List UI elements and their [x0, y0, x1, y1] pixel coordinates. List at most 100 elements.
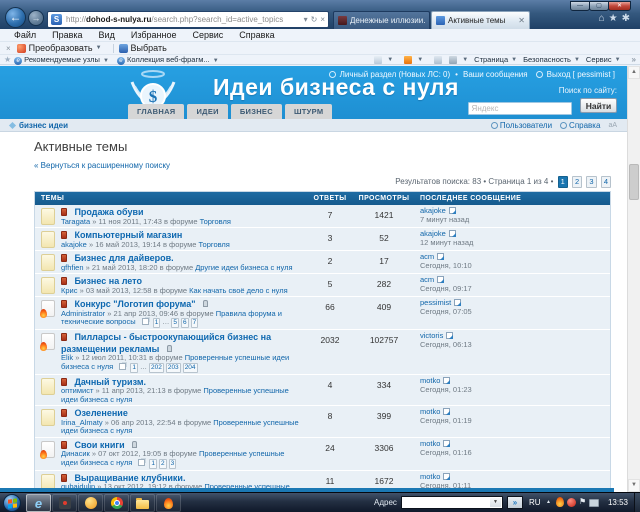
topic-title-link[interactable]: Конкурс "Логотип форума" [74, 299, 195, 309]
last-post-author-link[interactable]: motko [420, 439, 440, 448]
search-input[interactable] [468, 102, 572, 115]
last-post-author-link[interactable]: pessimist [420, 298, 451, 307]
topic-page-link[interactable]: 202 [149, 363, 164, 373]
taskbar-explorer-button[interactable] [130, 494, 155, 512]
goto-last-post-icon[interactable] [443, 440, 450, 447]
browser-tab-inactive[interactable]: Денежные иллюзии... | Бегст... [333, 11, 430, 29]
overflow-chevron-icon[interactable]: » [632, 55, 636, 64]
browser-action-icons[interactable]: ⌂★✱ [599, 13, 634, 24]
taskbar-opera-button[interactable] [156, 494, 181, 512]
last-post-author-link[interactable]: motko [420, 407, 440, 416]
back-to-search-link[interactable]: « Вернуться к расширенному поиску [34, 161, 170, 170]
topic-forum-link[interactable]: Как начать своё дело с нуля [189, 286, 287, 295]
topic-page-link[interactable]: 203 [166, 363, 181, 373]
refresh-icon[interactable]: ↻ [311, 15, 318, 24]
maximize-button[interactable]: ▢ [589, 1, 609, 11]
tray-expand-icon[interactable]: ▲ [546, 499, 551, 505]
menu-item-tools[interactable]: Сервис [184, 30, 231, 40]
topic-page-link[interactable]: 2 [159, 459, 167, 469]
favorites-item-webslices[interactable]: eКоллекция веб-фрагм... ▼ [117, 55, 219, 65]
search-button[interactable]: Найти [580, 98, 617, 113]
topic-title-link[interactable]: Бизнес на лето [74, 276, 142, 286]
action-center-flag-icon[interactable]: ⚑ [579, 497, 586, 507]
topic-page-link[interactable]: 3 [169, 459, 177, 469]
topic-page-link[interactable]: 1 [153, 318, 161, 328]
taskbar-chrome-button[interactable] [104, 494, 129, 512]
topic-author-link[interactable]: Taragata [61, 217, 90, 226]
menu-item-help[interactable]: Справка [231, 30, 282, 40]
vertical-scrollbar[interactable]: ▲ ▼ [627, 66, 640, 492]
favorites-bar-star-icon[interactable]: ★ [4, 55, 11, 64]
start-button[interactable] [3, 494, 21, 512]
topic-title-link[interactable]: Компьютерный магазин [74, 230, 182, 240]
safety-menu-button[interactable]: Безопасность [523, 55, 571, 64]
help-link[interactable]: Справка [569, 121, 600, 130]
close-button[interactable]: ✕ [608, 1, 631, 11]
address-dropdown-icon[interactable]: ▾ [304, 15, 308, 24]
nav-tab-business[interactable]: БИЗНЕС [231, 104, 282, 119]
personal-section-link[interactable]: Личный раздел (Новых ЛС: 0) [340, 70, 451, 79]
go-button[interactable]: » [507, 496, 523, 509]
topic-page-link[interactable]: 1 [149, 459, 157, 469]
minimize-button[interactable]: — [570, 1, 590, 11]
tray-flame-icon[interactable] [556, 497, 564, 507]
nav-tab-shturm[interactable]: ШТУРМ [285, 104, 332, 119]
show-desktop-button[interactable] [634, 493, 640, 512]
stop-icon[interactable]: × [320, 15, 325, 24]
menu-item-edit[interactable]: Правка [44, 30, 90, 40]
last-post-author-link[interactable]: victoris [420, 331, 443, 340]
menu-item-favorites[interactable]: Избранное [123, 30, 185, 40]
nav-tab-home[interactable]: ГЛАВНАЯ [128, 104, 184, 119]
tools-menu-button[interactable]: Сервис [586, 55, 612, 64]
topic-page-link[interactable]: 7 [191, 318, 199, 328]
page-menu-button[interactable]: Страница [474, 55, 508, 64]
topic-title-link[interactable]: Продажа обуви [74, 207, 143, 217]
taskbar-media-button[interactable] [52, 494, 77, 512]
topic-title-link[interactable]: Дачный туризм. [74, 377, 146, 387]
convert-dropdown-icon[interactable]: ▼ [96, 45, 102, 51]
logout-link[interactable]: Выход [ pessimist ] [547, 70, 615, 79]
text-size-control[interactable]: aA [608, 122, 617, 129]
forward-button[interactable]: → [28, 10, 44, 26]
tray-app-icon[interactable] [567, 498, 576, 507]
goto-last-post-icon[interactable] [443, 377, 450, 384]
last-post-author-link[interactable]: motko [420, 376, 440, 385]
address-bar[interactable]: S http://dohod-s-nulya.ru/search.php?sea… [47, 11, 329, 28]
last-post-author-link[interactable]: akajoke [420, 206, 446, 215]
goto-last-post-icon[interactable] [443, 408, 450, 415]
goto-last-post-icon[interactable] [437, 253, 444, 260]
page-number-link[interactable]: 3 [586, 176, 596, 188]
menu-item-file[interactable]: Файл [6, 30, 44, 40]
topic-title-link[interactable]: Бизнес для дайверов. [74, 253, 173, 263]
scroll-down-icon[interactable]: ▼ [628, 479, 640, 492]
users-link[interactable]: Пользователи [500, 121, 552, 130]
last-post-author-link[interactable]: akajoke [420, 229, 446, 238]
address-toolbar-input[interactable]: ▼ [401, 496, 503, 509]
nav-tab-ideas[interactable]: ИДЕИ [187, 104, 227, 119]
topic-forum-link[interactable]: Другие идеи бизнеса с нуля [195, 263, 292, 272]
favorites-item-recommended[interactable]: eРекомендуемые узлы ▼ [14, 55, 109, 65]
topic-title-link[interactable]: Озеленение [74, 408, 127, 418]
convert-button[interactable]: Преобразовать [29, 43, 93, 53]
network-icon[interactable] [589, 499, 599, 507]
last-post-author-link[interactable]: motko [420, 472, 440, 481]
topic-page-link[interactable]: 5 [171, 318, 179, 328]
page-number-link[interactable]: 4 [601, 176, 611, 188]
topic-page-link[interactable]: 1 [130, 363, 138, 373]
print-icon[interactable] [449, 56, 457, 64]
taskbar-messenger-button[interactable] [78, 494, 103, 512]
breadcrumb-root-link[interactable]: бизнес идеи [19, 121, 68, 130]
goto-last-post-icon[interactable] [443, 473, 450, 480]
rss-icon[interactable] [404, 56, 412, 64]
goto-last-post-icon[interactable] [446, 332, 453, 339]
topic-page-link[interactable]: 204 [183, 363, 198, 373]
goto-last-post-icon[interactable] [454, 299, 461, 306]
select-button[interactable]: Выбрать [131, 43, 167, 53]
topic-forum-link[interactable]: Торговля [199, 240, 230, 249]
your-messages-link[interactable]: Ваши сообщения [463, 70, 528, 79]
last-post-author-link[interactable]: acm [420, 275, 434, 284]
topic-page-link[interactable]: 6 [181, 318, 189, 328]
taskbar-clock[interactable]: 13:53 [608, 498, 628, 507]
goto-last-post-icon[interactable] [437, 276, 444, 283]
taskbar-ie-button[interactable]: e [26, 494, 51, 512]
